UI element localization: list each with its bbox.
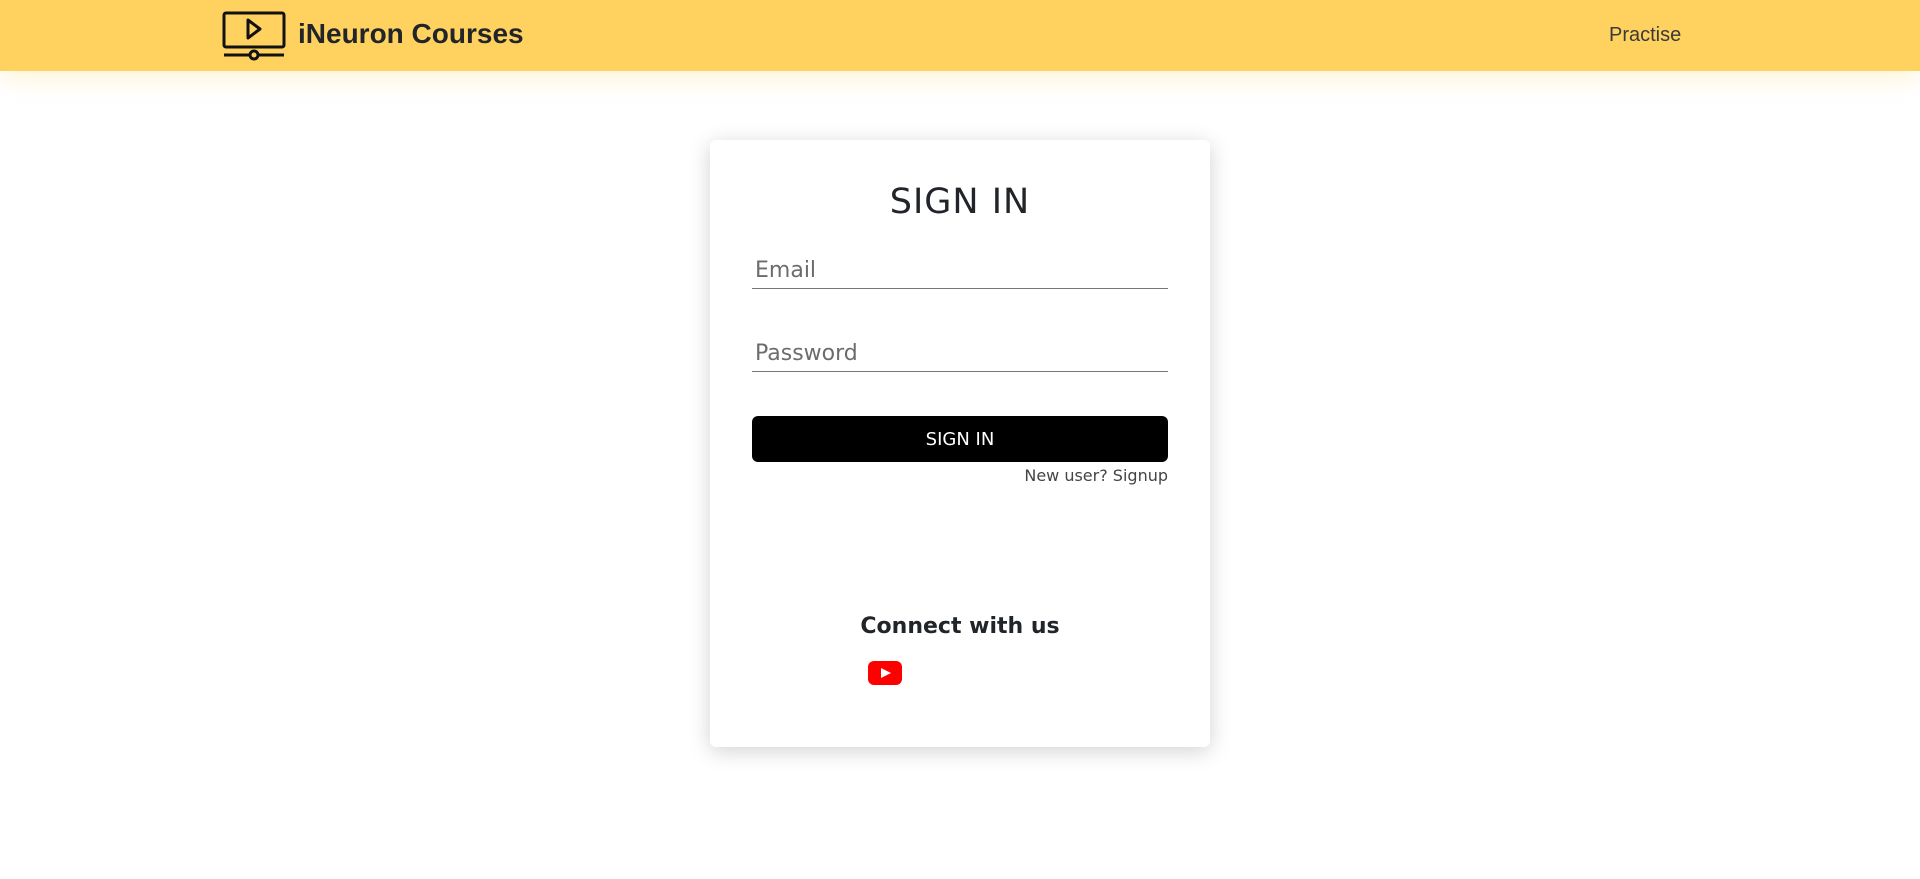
email-input[interactable] xyxy=(752,253,1168,289)
signup-link[interactable]: New user? Signup xyxy=(1024,466,1168,485)
nav-link-practise[interactable]: Practise xyxy=(1609,24,1681,47)
connect-heading: Connect with us xyxy=(860,614,1060,639)
signin-card: SIGN IN SIGN IN New user? Signup Connect… xyxy=(710,140,1210,747)
top-navbar: iNeuron Courses Practise xyxy=(0,0,1920,71)
page-title: SIGN IN xyxy=(889,182,1031,222)
video-course-logo-icon xyxy=(222,11,286,61)
brand-name[interactable]: iNeuron Courses xyxy=(298,18,524,50)
signin-button[interactable]: SIGN IN xyxy=(752,416,1168,462)
password-input[interactable] xyxy=(752,336,1168,372)
youtube-icon[interactable] xyxy=(868,661,902,685)
